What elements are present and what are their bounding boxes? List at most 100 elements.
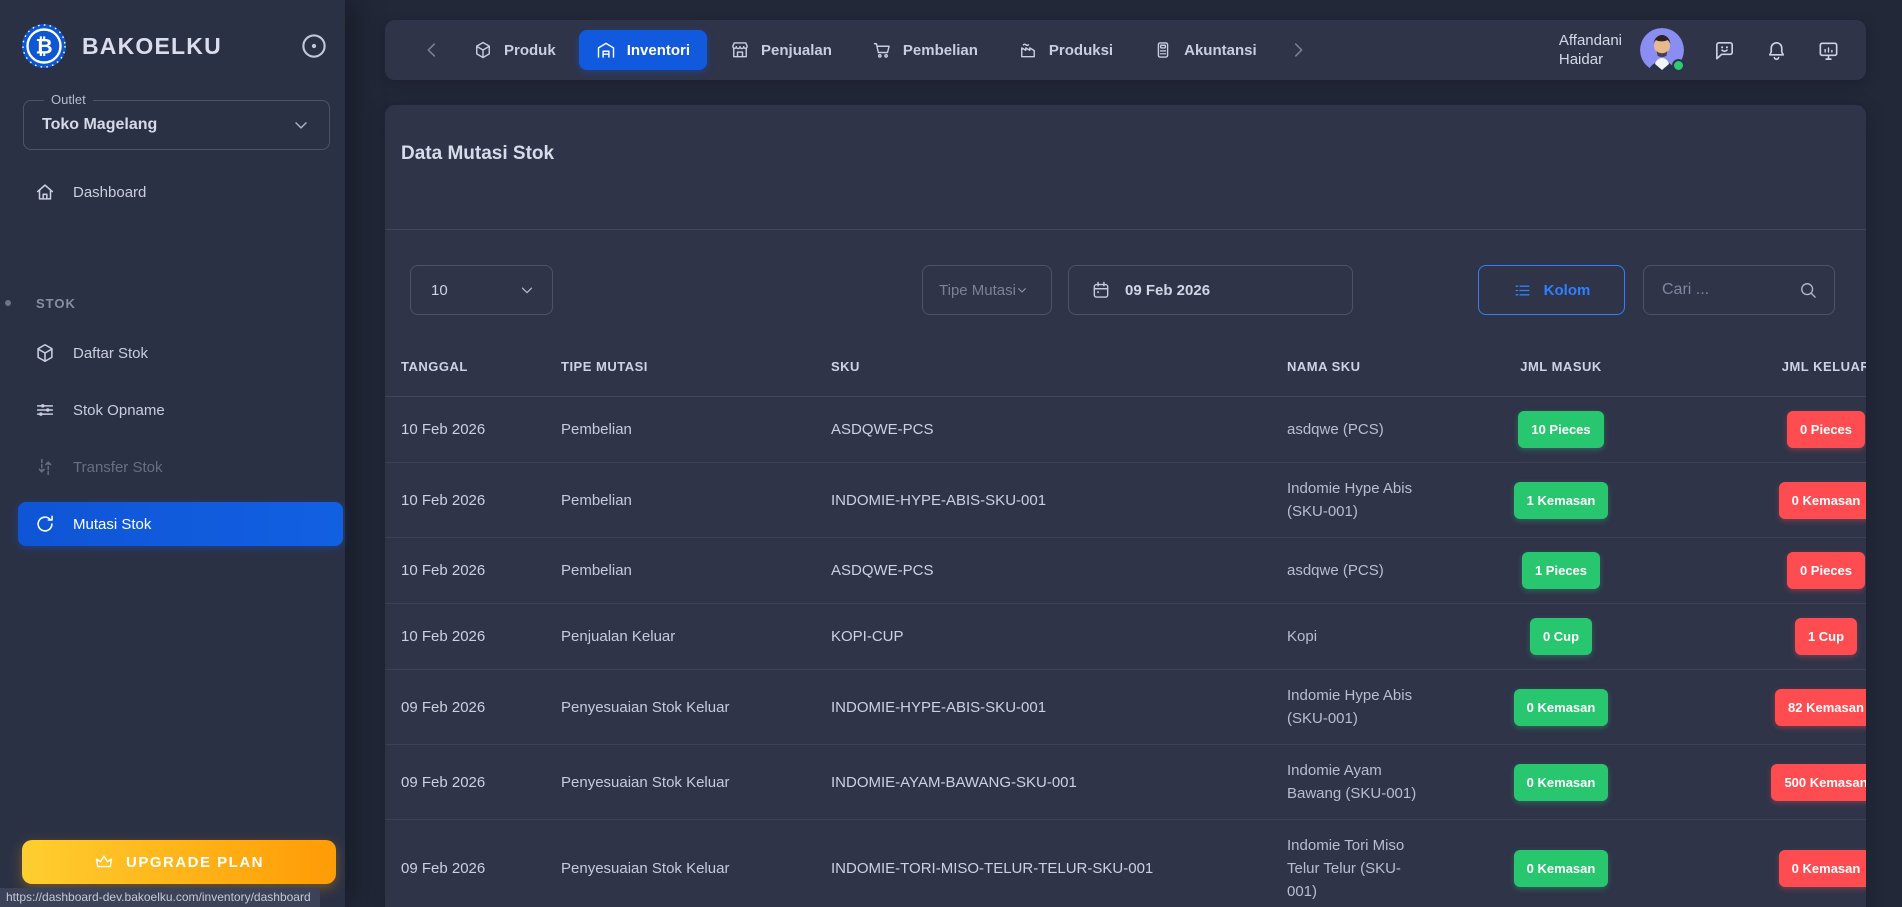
avatar[interactable] xyxy=(1640,28,1684,72)
cell-jml-masuk: 1 Kemasan xyxy=(1486,463,1636,538)
tipe-mutasi-select[interactable]: Tipe Mutasi xyxy=(922,265,1052,315)
store-icon xyxy=(730,40,750,60)
nama-sku-text: asdqwe (PCS) xyxy=(1287,418,1427,441)
cell-sku: ASDQWE-PCS xyxy=(815,538,1271,604)
cell-jml-keluar: 0 Kemasan xyxy=(1636,820,1866,907)
sidebar-item-daftar-stok[interactable]: Daftar Stok xyxy=(18,331,333,375)
cell-jml-keluar: 82 Kemasan xyxy=(1636,670,1866,745)
sidebar-item-stok-opname[interactable]: Stok Opname xyxy=(18,388,333,432)
jml-masuk-badge: 0 Kemasan xyxy=(1514,764,1609,801)
cell-nama-sku: asdqwe (PCS) xyxy=(1271,397,1486,463)
status-url: https://dashboard-dev.bakoelku.com/inven… xyxy=(0,888,320,907)
cell-sku: INDOMIE-HYPE-ABIS-SKU-001 xyxy=(815,670,1271,745)
cell-tanggal: 10 Feb 2026 xyxy=(385,397,545,463)
header-jml-masuk: JML MASUK xyxy=(1486,335,1636,397)
tab-akuntansi[interactable]: Akuntansi xyxy=(1136,30,1274,70)
page-size-value: 10 xyxy=(431,282,448,299)
header-nama-sku: NAMA SKU xyxy=(1271,335,1486,397)
warehouse-icon xyxy=(596,40,616,60)
cell-sku: INDOMIE-TORI-MISO-TELUR-TELUR-SKU-001 xyxy=(815,820,1271,907)
page-size-select[interactable]: 10 xyxy=(410,265,553,315)
cell-tanggal: 10 Feb 2026 xyxy=(385,538,545,604)
jml-masuk-badge: 10 Pieces xyxy=(1518,411,1603,448)
sidebar-item-transfer-stok[interactable]: Transfer Stok xyxy=(18,445,333,489)
divider xyxy=(385,229,1866,230)
section-label-text: STOK xyxy=(36,296,76,311)
chevron-right-icon[interactable] xyxy=(1287,39,1309,61)
nama-sku-text: Kopi xyxy=(1287,625,1427,648)
cell-jml-masuk: 1 Pieces xyxy=(1486,538,1636,604)
search-input[interactable] xyxy=(1662,281,1780,299)
cell-tipe-mutasi: Penyesuaian Stok Keluar xyxy=(545,820,815,907)
tab-inventori[interactable]: Inventori xyxy=(579,30,707,70)
jml-masuk-badge: 0 Kemasan xyxy=(1514,850,1609,887)
sidebar-item-label: Mutasi Stok xyxy=(73,516,151,533)
nama-sku-text: Indomie Ayam Bawang (SKU-001) xyxy=(1287,759,1427,805)
nama-sku-text: asdqwe (PCS) xyxy=(1287,559,1427,582)
tab-label: Akuntansi xyxy=(1184,42,1257,59)
user-name[interactable]: Affandani Haidar xyxy=(1559,31,1622,69)
header-tanggal: TANGGAL xyxy=(385,335,545,397)
jml-keluar-badge: 82 Kemasan xyxy=(1775,689,1866,726)
upgrade-plan-button[interactable]: UPGRADE PLAN xyxy=(22,840,336,884)
tab-produksi[interactable]: Produksi xyxy=(1001,30,1130,70)
table-row: 09 Feb 2026Penyesuaian Stok KeluarINDOMI… xyxy=(385,745,1866,820)
jml-keluar-badge: 0 Pieces xyxy=(1787,411,1865,448)
nama-sku-text: Indomie Hype Abis (SKU-001) xyxy=(1287,684,1427,730)
cell-tipe-mutasi: Pembelian xyxy=(545,463,815,538)
cell-jml-masuk: 10 Pieces xyxy=(1486,397,1636,463)
cell-tanggal: 09 Feb 2026 xyxy=(385,670,545,745)
tab-label: Pembelian xyxy=(903,42,978,59)
search-field[interactable] xyxy=(1643,265,1835,315)
transfer-icon xyxy=(34,456,56,478)
chevron-left-icon[interactable] xyxy=(421,39,443,61)
user-name-line1: Affandani xyxy=(1559,31,1622,50)
chat-icon[interactable] xyxy=(1713,39,1736,62)
sidebar-item-dashboard[interactable]: Dashboard xyxy=(18,170,333,214)
search-icon[interactable] xyxy=(1798,280,1818,300)
page-title: Data Mutasi Stok xyxy=(401,143,1850,165)
cell-tipe-mutasi: Pembelian xyxy=(545,397,815,463)
tab-penjualan[interactable]: Penjualan xyxy=(713,30,849,70)
sidebar-item-mutasi-stok[interactable]: Mutasi Stok xyxy=(18,502,343,546)
jml-keluar-badge: 0 Pieces xyxy=(1787,552,1865,589)
tipe-mutasi-placeholder: Tipe Mutasi xyxy=(939,282,1016,299)
tab-produk[interactable]: Produk xyxy=(456,30,573,70)
sidebar-item-label: Transfer Stok xyxy=(73,459,162,476)
upgrade-plan-label: UPGRADE PLAN xyxy=(126,854,264,871)
user-name-line2: Haidar xyxy=(1559,50,1622,69)
jml-keluar-badge: 0 Kemasan xyxy=(1779,850,1866,887)
tab-label: Inventori xyxy=(627,42,690,59)
cell-nama-sku: Indomie Ayam Bawang (SKU-001) xyxy=(1271,745,1486,820)
sidebar-pin-toggle-icon[interactable] xyxy=(299,31,329,61)
top-navbar: Produk Inventori Penjualan Pembelian Pro xyxy=(385,20,1866,80)
kolom-button[interactable]: Kolom xyxy=(1478,265,1625,315)
sidebar-section-stok: STOK xyxy=(0,296,345,311)
table-row: 09 Feb 2026Penyesuaian Stok KeluarINDOMI… xyxy=(385,820,1866,907)
date-picker[interactable]: 09 Feb 2026 xyxy=(1068,265,1353,315)
mutasi-stok-table-wrap: TANGGAL TIPE MUTASI SKU NAMA SKU JML MAS… xyxy=(385,335,1866,907)
section-dot-icon xyxy=(5,300,11,306)
online-status-dot xyxy=(1672,59,1685,72)
data-mutasi-stok-card: Data Mutasi Stok 10 Tipe Mutasi xyxy=(385,105,1866,907)
jml-masuk-badge: 0 Kemasan xyxy=(1514,689,1609,726)
cell-tipe-mutasi: Penjualan Keluar xyxy=(545,604,815,670)
cell-nama-sku: Indomie Hype Abis (SKU-001) xyxy=(1271,670,1486,745)
outlet-select[interactable]: Outlet Toko Magelang xyxy=(23,100,330,150)
chevron-down-icon xyxy=(291,115,311,135)
bell-icon[interactable] xyxy=(1765,39,1788,62)
cart-icon xyxy=(872,40,892,60)
sidebar: ₿ BAKOELKU Outlet Toko Magelang Dashboar… xyxy=(0,0,345,907)
cube-icon xyxy=(473,40,493,60)
monitor-icon[interactable] xyxy=(1817,39,1840,62)
tab-pembelian[interactable]: Pembelian xyxy=(855,30,995,70)
tab-label: Produk xyxy=(504,42,556,59)
jml-keluar-badge: 1 Cup xyxy=(1795,618,1857,655)
cell-jml-keluar: 500 Kemasan xyxy=(1636,745,1866,820)
cell-tipe-mutasi: Penyesuaian Stok Keluar xyxy=(545,670,815,745)
header-jml-keluar: JML KELUAR xyxy=(1636,335,1866,397)
factory-icon xyxy=(1018,40,1038,60)
cell-jml-keluar: 0 Kemasan xyxy=(1636,463,1866,538)
calculator-icon xyxy=(1153,40,1173,60)
mutasi-stok-table: TANGGAL TIPE MUTASI SKU NAMA SKU JML MAS… xyxy=(385,335,1866,907)
